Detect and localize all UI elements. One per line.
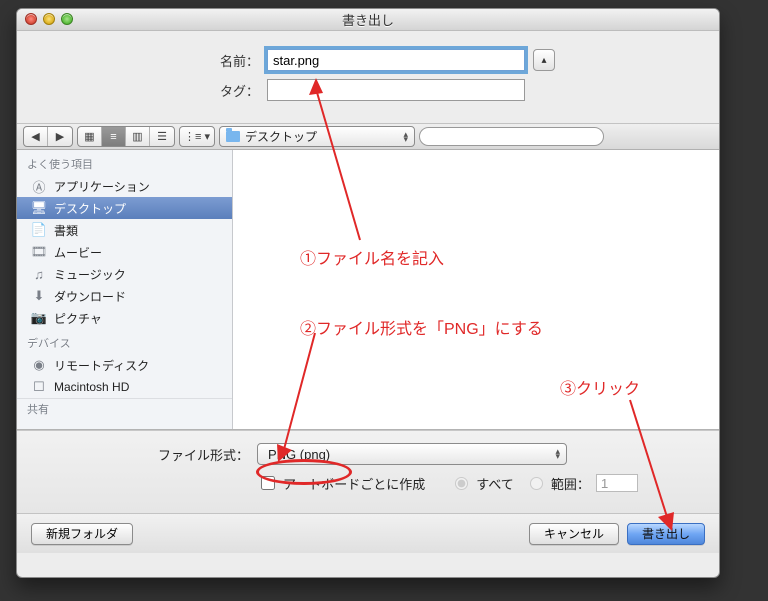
sidebar-item-movies[interactable]: 🎞 ムービー [17, 241, 232, 263]
column-view-button[interactable]: ▥ [126, 127, 150, 146]
zoom-icon[interactable] [61, 13, 73, 25]
forward-button[interactable]: ▶ [48, 127, 72, 146]
sidebar-item-label: 書類 [54, 222, 78, 239]
sidebar-item-label: ミュージック [54, 266, 126, 283]
downloads-icon: ⬇ [31, 288, 47, 304]
options-panel: ファイル形式： PNG (png) ▴▾ アートボードごとに作成 すべて 範囲： [17, 430, 719, 513]
per-artboard-label: アートボードごとに作成 [283, 474, 425, 493]
per-artboard-checkbox[interactable]: アートボードごとに作成 [257, 473, 425, 493]
applications-icon: Ⓐ [31, 178, 47, 194]
checkbox-icon[interactable] [261, 476, 275, 490]
hdd-icon: ☐ [31, 379, 47, 395]
music-icon: ♫ [31, 266, 47, 282]
search-input[interactable] [419, 127, 604, 146]
file-format-value: PNG (png) [268, 447, 330, 462]
arrange-icon: ⋮≡ ▾ [180, 127, 214, 146]
tag-label: タグ： [37, 81, 267, 100]
export-button[interactable]: 書き出し [627, 523, 705, 545]
movies-icon: 🎞 [31, 244, 47, 260]
icon-view-button[interactable]: ▦ [78, 127, 102, 146]
file-list[interactable] [233, 150, 719, 429]
sidebar-item-label: ダウンロード [54, 288, 126, 305]
pictures-icon: 📷 [31, 310, 47, 326]
sidebar-item-label: Macintosh HD [54, 380, 129, 394]
tag-input[interactable] [267, 79, 525, 101]
file-browser: よく使う項目 Ⓐ アプリケーション 🖥 デスクトップ 📄 書類 🎞 ムービー ♫ ミュージ… [17, 150, 719, 430]
view-mode-segment: ▦ ≡ ▥ ☰ [77, 126, 175, 147]
sidebar-header-favorites: よく使う項目 [17, 150, 232, 175]
file-format-popup[interactable]: PNG (png) ▴▾ [257, 443, 567, 465]
window-title: 書き出し [342, 10, 394, 29]
updown-icon: ▴▾ [555, 449, 560, 459]
filename-input[interactable] [267, 49, 525, 71]
new-folder-button[interactable]: 新規フォルダ [31, 523, 133, 545]
range-radio-group: すべて 範囲： [445, 474, 638, 493]
sidebar-item-remote-disk[interactable]: ◉ リモートディスク [17, 354, 232, 376]
sidebar-item-desktop[interactable]: 🖥 デスクトップ [17, 197, 232, 219]
titlebar: 書き出し [17, 9, 719, 31]
list-view-button[interactable]: ≡ [102, 127, 126, 146]
close-icon[interactable] [25, 13, 37, 25]
nav-back-forward: ◀ ▶ [23, 126, 73, 147]
sidebar-item-downloads[interactable]: ⬇ ダウンロード [17, 285, 232, 307]
radio-all-label: すべて [476, 474, 514, 493]
arrange-menu[interactable]: ⋮≡ ▾ [179, 126, 215, 147]
range-input[interactable] [596, 474, 638, 492]
sidebar-item-macintosh-hd[interactable]: ☐ Macintosh HD [17, 376, 232, 398]
cancel-button[interactable]: キャンセル [529, 523, 619, 545]
updown-icon: ▴▾ [403, 132, 408, 142]
sidebar: よく使う項目 Ⓐ アプリケーション 🖥 デスクトップ 📄 書類 🎞 ムービー ♫ ミュージ… [17, 150, 233, 429]
search-wrap: 🔍 [419, 127, 639, 146]
sidebar-item-label: ムービー [54, 244, 102, 261]
sidebar-item-applications[interactable]: Ⓐ アプリケーション [17, 175, 232, 197]
sidebar-item-music[interactable]: ♫ ミュージック [17, 263, 232, 285]
radio-range[interactable] [530, 477, 543, 490]
minimize-icon[interactable] [43, 13, 55, 25]
location-label: デスクトップ [245, 128, 317, 145]
export-dialog: 書き出し 名前： ▴ タグ： ◀ ▶ ▦ ≡ ▥ ☰ ⋮≡ ▾ デスクトップ [16, 8, 720, 578]
radio-range-label: 範囲： [551, 474, 590, 493]
sidebar-item-pictures[interactable]: 📷 ピクチャ [17, 307, 232, 329]
sidebar-item-label: リモートディスク [54, 357, 149, 374]
coverflow-view-button[interactable]: ☰ [150, 127, 174, 146]
sidebar-header-devices: デバイス [17, 329, 232, 354]
name-label: 名前： [37, 51, 267, 70]
sidebar-item-label: ピクチャ [54, 310, 102, 327]
disc-icon: ◉ [31, 357, 47, 373]
desktop-icon: 🖥 [31, 200, 47, 216]
location-popup[interactable]: デスクトップ ▴▾ [219, 126, 415, 147]
radio-all[interactable] [455, 477, 468, 490]
dialog-footer: 新規フォルダ キャンセル 書き出し [17, 513, 719, 553]
sidebar-item-label: デスクトップ [54, 200, 126, 217]
sidebar-item-documents[interactable]: 📄 書類 [17, 219, 232, 241]
sidebar-item-label: アプリケーション [54, 178, 150, 195]
traffic-lights [25, 13, 73, 25]
documents-icon: 📄 [31, 222, 47, 238]
format-label: ファイル形式： [37, 445, 257, 464]
sidebar-header-shared: 共有 [17, 398, 232, 414]
name-tag-area: 名前： ▴ タグ： [17, 31, 719, 123]
expand-toggle-button[interactable]: ▴ [533, 49, 555, 71]
folder-icon [226, 131, 240, 142]
back-button[interactable]: ◀ [24, 127, 48, 146]
finder-toolbar: ◀ ▶ ▦ ≡ ▥ ☰ ⋮≡ ▾ デスクトップ ▴▾ 🔍 [17, 123, 719, 150]
